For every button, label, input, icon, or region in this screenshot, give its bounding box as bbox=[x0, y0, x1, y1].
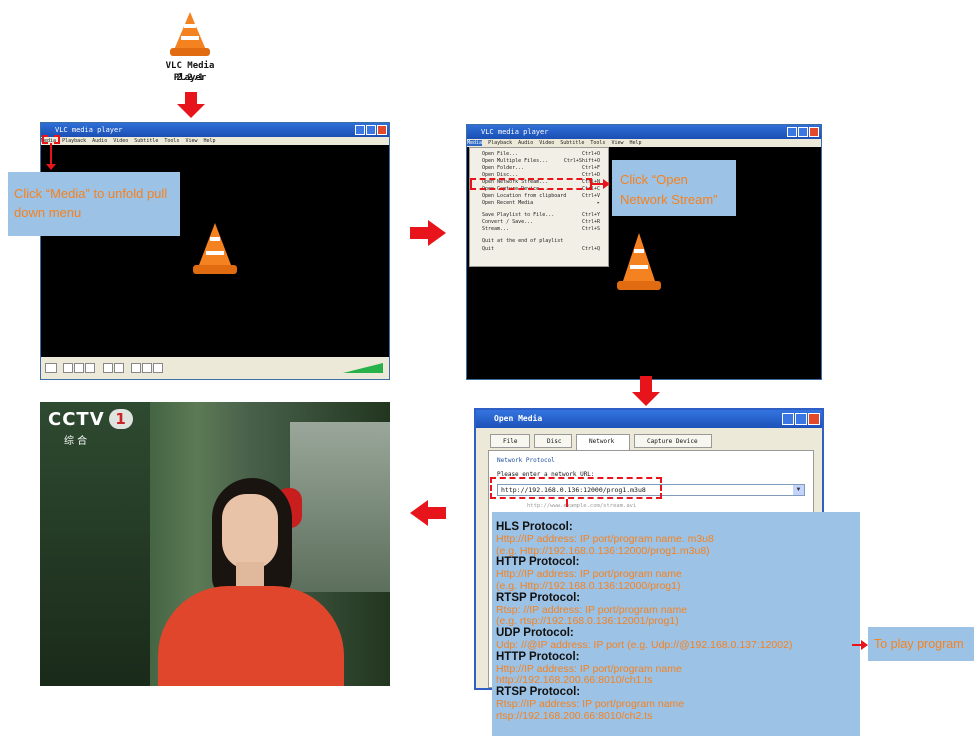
maximize-button[interactable] bbox=[366, 125, 376, 135]
vlc-cone-icon bbox=[170, 12, 210, 56]
menu-help[interactable]: Help bbox=[203, 138, 215, 144]
menu-bar: Media Playback Audio Video Subtitle Tools View… bbox=[41, 137, 389, 145]
extended-button[interactable] bbox=[114, 363, 124, 373]
arrow-right-small-head-icon bbox=[603, 179, 610, 189]
vlc-cone-icon bbox=[617, 233, 661, 291]
window-controls bbox=[782, 413, 820, 425]
minimize-button[interactable] bbox=[787, 127, 797, 137]
menu-item-quit-end-playlist[interactable]: Quit at the end of playlist bbox=[482, 238, 604, 245]
window-title: VLC media player bbox=[41, 123, 389, 137]
arrow-left-icon bbox=[410, 500, 446, 526]
open-network-highlight bbox=[470, 178, 592, 190]
playlist-button[interactable] bbox=[131, 363, 141, 373]
menu-item-open-recent-media[interactable]: Open Recent Media ▸ bbox=[482, 200, 604, 207]
minimize-button[interactable] bbox=[355, 125, 365, 135]
window-controls bbox=[355, 125, 387, 135]
maximize-button[interactable] bbox=[795, 413, 807, 425]
protocol-info-panel: HLS Protocol: Http://IP address: IP port… bbox=[492, 512, 860, 736]
tab-capture-device[interactable]: Capture Device bbox=[634, 434, 712, 448]
callout-open-network-stream: Click “Open Network Stream” bbox=[612, 160, 736, 216]
channel-logo: CCTV 1 bbox=[48, 408, 133, 430]
video-playback-frame: CCTV 1 综 合 bbox=[40, 402, 390, 686]
maximize-button[interactable] bbox=[798, 127, 808, 137]
menu-playback[interactable]: Playback bbox=[488, 140, 512, 146]
vlc-cone-icon bbox=[193, 223, 237, 275]
menu-item-save-playlist[interactable]: Save Playlist to File... Ctrl+Y bbox=[482, 212, 604, 219]
url-hint: http://www.example.com/stream.avi bbox=[527, 503, 637, 509]
menu-help[interactable]: Help bbox=[629, 140, 641, 146]
protocol-hls: HLS Protocol: Http://IP address: IP port… bbox=[496, 521, 714, 557]
protocol-rtsp: RTSP Protocol: Rtsp: //IP address: IP po… bbox=[496, 591, 688, 628]
menu-media[interactable]: Media bbox=[467, 140, 483, 146]
callout-click-media: Click “Media” to unfold pull down menu bbox=[8, 172, 180, 236]
menu-subtitle[interactable]: Subtitle bbox=[134, 138, 158, 144]
menu-view[interactable]: View bbox=[185, 138, 197, 144]
fullscreen-button[interactable] bbox=[103, 363, 113, 373]
vlc-app-icon[interactable]: VLC Media Player 2.2.1 bbox=[150, 8, 230, 90]
menu-video[interactable]: Video bbox=[539, 140, 554, 146]
vlc-window-main: VLC media player Media Playback Audio Video… bbox=[40, 122, 390, 380]
window-controls bbox=[787, 127, 819, 137]
menu-view[interactable]: View bbox=[611, 140, 623, 146]
menu-item-open-file[interactable]: Open File... Ctrl+O bbox=[482, 151, 604, 158]
close-button[interactable] bbox=[377, 125, 387, 135]
menu-audio[interactable]: Audio bbox=[92, 138, 107, 144]
dropdown-arrow-icon[interactable]: ▼ bbox=[793, 485, 804, 495]
menu-item-open-location-clipboard[interactable]: Open Location from clipboard Ctrl+V bbox=[482, 193, 604, 200]
menu-item-convert-save[interactable]: Convert / Save... Ctrl+R bbox=[482, 219, 604, 226]
menu-video[interactable]: Video bbox=[113, 138, 128, 144]
close-button[interactable] bbox=[808, 413, 820, 425]
arrow-down-small-head-icon bbox=[46, 164, 56, 170]
menu-subtitle[interactable]: Subtitle bbox=[560, 140, 584, 146]
tab-network[interactable]: Network bbox=[576, 434, 630, 450]
arrow-right-small-head-icon bbox=[861, 640, 868, 650]
protocol-http: HTTP Protocol: Http://IP address: IP por… bbox=[496, 556, 682, 592]
channel-subtitle: 综 合 bbox=[64, 436, 88, 447]
media-dropdown-menu: Open File... Ctrl+O Open Multiple Files..… bbox=[469, 147, 609, 267]
menu-item-quit[interactable]: Quit Ctrl+Q bbox=[482, 246, 604, 253]
menu-tools[interactable]: Tools bbox=[164, 138, 179, 144]
tab-disc[interactable]: Disc bbox=[534, 434, 572, 448]
arrow-down-icon bbox=[632, 376, 660, 406]
playback-controls bbox=[41, 357, 389, 379]
protocol-http-2: HTTP Protocol: Http://IP address: IP por… bbox=[496, 650, 682, 687]
video-person-shirt bbox=[158, 586, 344, 686]
arrow-down-icon bbox=[177, 92, 205, 118]
volume-slider[interactable] bbox=[343, 363, 383, 373]
close-button[interactable] bbox=[809, 127, 819, 137]
prev-button[interactable] bbox=[63, 363, 73, 373]
menu-tools[interactable]: Tools bbox=[590, 140, 605, 146]
menu-bar: Media Playback Audio Video Subtitle Tools View… bbox=[467, 139, 821, 147]
stop-button[interactable] bbox=[74, 363, 84, 373]
window-title: VLC media player bbox=[467, 125, 821, 139]
vlc-app-version: 2.2.1 bbox=[176, 73, 204, 83]
channel-number: 1 bbox=[108, 409, 133, 429]
tab-file[interactable]: File bbox=[490, 434, 530, 448]
menu-playback[interactable]: Playback bbox=[62, 138, 86, 144]
arrow-right-icon bbox=[410, 220, 446, 246]
channel-logo-text: CCTV bbox=[48, 408, 105, 430]
dialog-title: Open Media bbox=[476, 410, 822, 428]
minimize-button[interactable] bbox=[782, 413, 794, 425]
menu-audio[interactable]: Audio bbox=[518, 140, 533, 146]
arrow-down-small-icon bbox=[566, 499, 568, 507]
play-button[interactable] bbox=[45, 363, 57, 373]
loop-button[interactable] bbox=[142, 363, 152, 373]
protocol-rtsp-2: RTSP Protocol: Rtsp://IP address: IP por… bbox=[496, 686, 685, 722]
next-button[interactable] bbox=[85, 363, 95, 373]
video-person-face bbox=[222, 494, 278, 570]
random-button[interactable] bbox=[153, 363, 163, 373]
video-background-window bbox=[290, 422, 390, 592]
menu-item-open-folder[interactable]: Open Folder... Ctrl+F bbox=[482, 165, 604, 172]
menu-item-stream[interactable]: Stream... Ctrl+S bbox=[482, 226, 604, 233]
url-input-highlight bbox=[490, 477, 662, 499]
section-title: Network Protocol bbox=[497, 457, 555, 464]
video-background-left bbox=[40, 402, 150, 686]
menu-item-open-multiple-files[interactable]: Open Multiple Files... Ctrl+Shift+O bbox=[482, 158, 604, 165]
to-play-program-label: To play program bbox=[868, 627, 974, 661]
protocol-udp: UDP Protocol: Udp: //@IP address: IP por… bbox=[496, 627, 793, 651]
